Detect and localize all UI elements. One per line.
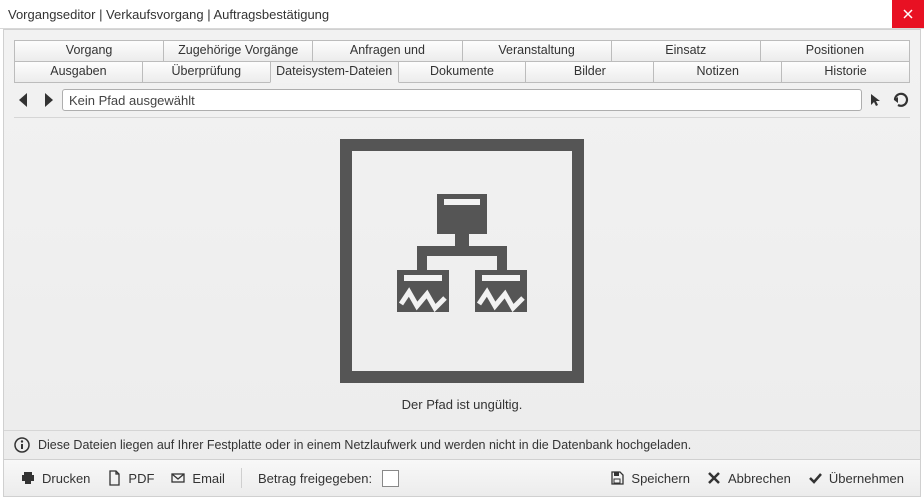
info-icon <box>14 437 30 453</box>
release-label: Betrag freigegeben: <box>258 471 372 486</box>
tabsRow1-tab-4[interactable]: Einsatz <box>611 40 761 62</box>
tabsRow2-tab-6[interactable]: Historie <box>781 62 910 83</box>
tabsRow2-tab-5[interactable]: Notizen <box>653 62 782 83</box>
info-bar: Diese Dateien liegen auf Ihrer Festplatt… <box>4 430 920 459</box>
apply-label: Übernehmen <box>829 471 904 486</box>
save-icon <box>609 470 625 486</box>
path-input[interactable] <box>62 89 862 111</box>
email-icon <box>170 470 186 486</box>
tabsRow1-tab-0[interactable]: Vorgang <box>14 40 164 62</box>
content-area: Der Pfad ist ungültig. <box>4 120 920 430</box>
cancel-icon <box>706 470 722 486</box>
footer-bar: Drucken PDF Email Betrag freigegeben: Sp… <box>4 459 920 496</box>
window-close-button[interactable] <box>892 0 924 28</box>
cursor-select-button[interactable] <box>866 90 886 110</box>
app-frame: VorgangZugehörige VorgängeAnfragen und B… <box>3 29 921 497</box>
tabsRow2-tab-1[interactable]: Überprüfung <box>142 62 271 83</box>
amount-released: Betrag freigegeben: <box>252 468 405 489</box>
tabsRow2-tab-0[interactable]: Ausgaben <box>14 62 143 83</box>
save-label: Speichern <box>631 471 690 486</box>
tab-row-2: AusgabenÜberprüfungDateisystem-DateienDo… <box>14 62 910 83</box>
nav-forward-button[interactable] <box>38 90 58 110</box>
path-toolbar <box>4 83 920 115</box>
divider <box>14 117 910 118</box>
window-title: Vorgangseditor | Verkaufsvorgang | Auftr… <box>8 7 892 22</box>
print-button[interactable]: Drucken <box>14 468 96 488</box>
title-bar: Vorgangseditor | Verkaufsvorgang | Auftr… <box>0 0 924 29</box>
separator <box>241 468 242 488</box>
email-button[interactable]: Email <box>164 468 231 488</box>
print-label: Drucken <box>42 471 90 486</box>
nav-back-button[interactable] <box>14 90 34 110</box>
release-checkbox[interactable] <box>382 470 399 487</box>
pdf-button[interactable]: PDF <box>100 468 160 488</box>
info-text: Diese Dateien liegen auf Ihrer Festplatt… <box>38 438 691 452</box>
tabsRow1-tab-2[interactable]: Anfragen und Bestellungen <box>312 40 462 62</box>
undo-button[interactable] <box>890 90 910 110</box>
pdf-label: PDF <box>128 471 154 486</box>
tab-row-1: VorgangZugehörige VorgängeAnfragen und B… <box>14 40 910 62</box>
pdf-icon <box>106 470 122 486</box>
status-message: Der Pfad ist ungültig. <box>402 397 523 412</box>
printer-icon <box>20 470 36 486</box>
cancel-label: Abbrechen <box>728 471 791 486</box>
cancel-button[interactable]: Abbrechen <box>700 468 797 488</box>
email-label: Email <box>192 471 225 486</box>
tabsRow1-tab-3[interactable]: Veranstaltung <box>462 40 612 62</box>
tabsRow2-tab-2[interactable]: Dateisystem-Dateien <box>270 62 399 83</box>
tabsRow1-tab-1[interactable]: Zugehörige Vorgänge <box>163 40 313 62</box>
check-icon <box>807 470 823 486</box>
broken-network-icon <box>340 139 584 383</box>
apply-button[interactable]: Übernehmen <box>801 468 910 488</box>
tabsRow2-tab-3[interactable]: Dokumente <box>398 62 527 83</box>
save-button[interactable]: Speichern <box>603 468 696 488</box>
tabsRow2-tab-4[interactable]: Bilder <box>525 62 654 83</box>
tab-strip: VorgangZugehörige VorgängeAnfragen und B… <box>4 30 920 83</box>
tabsRow1-tab-5[interactable]: Positionen <box>760 40 910 62</box>
